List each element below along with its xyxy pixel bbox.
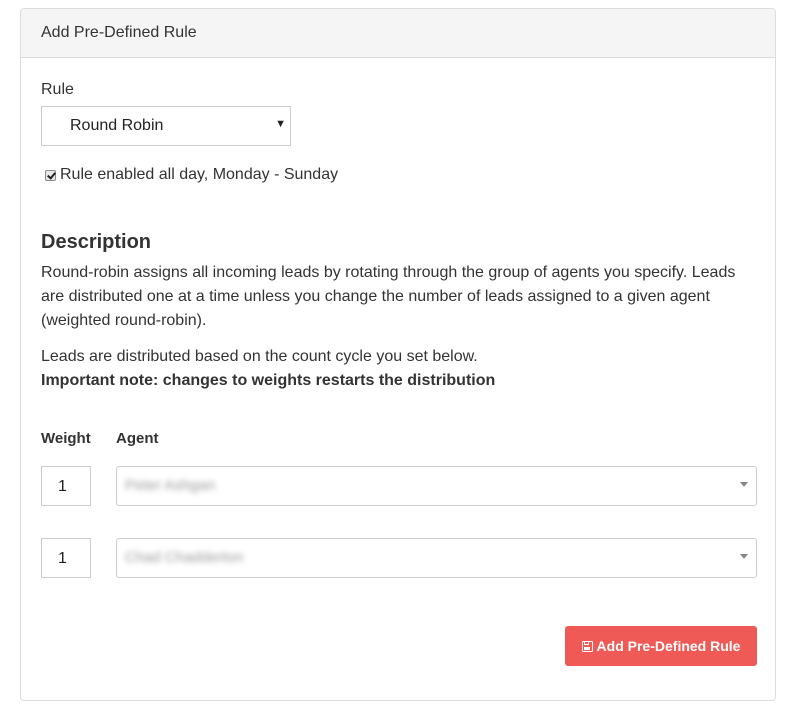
count-cycle-text: Leads are distributed based on the count… — [41, 348, 478, 365]
rule-enabled-checkbox[interactable] — [45, 169, 56, 181]
rule-select[interactable]: Round Robin ▼ — [41, 106, 291, 146]
add-rule-panel: Add Pre-Defined Rule Rule Round Robin ▼ … — [20, 8, 776, 701]
weight-input[interactable]: 1 — [41, 538, 91, 578]
add-pre-defined-rule-button[interactable]: Add Pre-Defined Rule — [565, 626, 757, 666]
description-notes: Leads are distributed based on the count… — [41, 345, 756, 393]
weight-input[interactable]: 1 — [41, 466, 91, 506]
dropdown-arrow-icon — [740, 554, 748, 559]
weight-column-header: Weight — [41, 430, 91, 447]
rule-select-value: Round Robin — [70, 117, 164, 134]
dropdown-arrow-icon — [740, 482, 748, 487]
important-note: Important note: changes to weights resta… — [41, 372, 496, 389]
panel-title: Add Pre-Defined Rule — [21, 9, 775, 58]
agent-select[interactable]: Chad Chadderton — [116, 538, 757, 578]
agent-column-header: Agent — [116, 430, 159, 447]
agent-select-value: Peter Ashgan — [125, 477, 216, 494]
agent-select[interactable]: Peter Ashgan — [116, 466, 757, 506]
rule-enabled-label: Rule enabled all day, Monday - Sunday — [60, 166, 339, 183]
description-title: Description — [41, 231, 152, 253]
agent-select-value: Chad Chadderton — [125, 549, 244, 566]
rule-label: Rule — [41, 81, 74, 98]
description-paragraph: Round-robin assigns all incoming leads b… — [41, 264, 736, 329]
save-icon — [581, 640, 593, 652]
rule-enabled-row: Rule enabled all day, Monday - Sunday — [45, 166, 338, 184]
caret-down-icon: ▼ — [275, 118, 286, 130]
add-button-label: Add Pre-Defined Rule — [596, 638, 741, 654]
